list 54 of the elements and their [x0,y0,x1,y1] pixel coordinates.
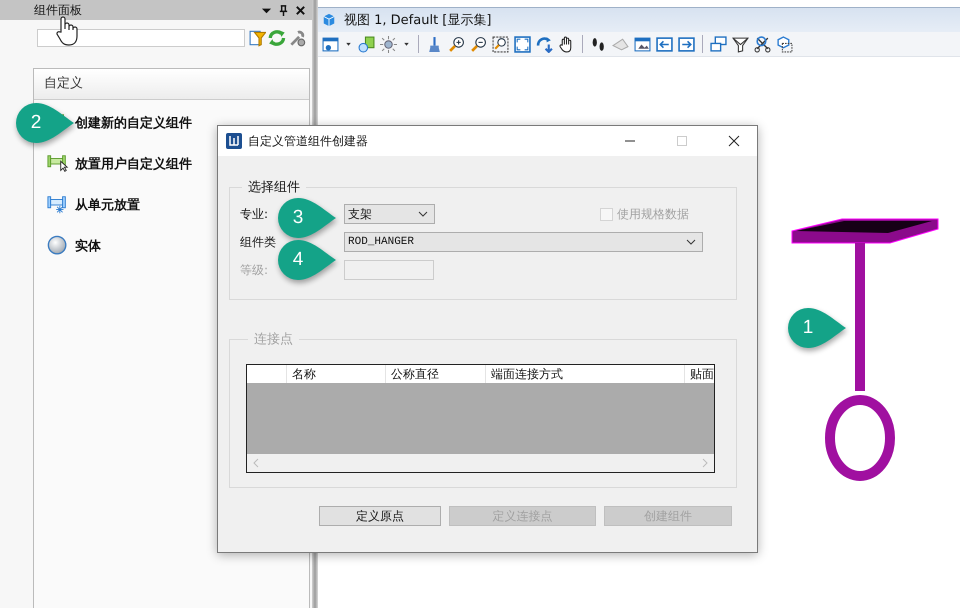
arrow-left-icon[interactable] [656,36,673,52]
panel-item[interactable]: 实体 [75,237,101,255]
sphere-icon [47,235,69,257]
close-icon[interactable] [728,135,740,147]
app-icon [226,133,242,149]
panel-item[interactable]: 放置用户自定义组件 [75,155,192,173]
panel-item[interactable]: 从单元放置 [75,196,140,214]
group-title: 选择组件 [247,179,301,196]
panel-title: 组件面板 [34,2,83,18]
chevron-down-icon [418,211,428,217]
scissors-icon[interactable] [754,36,771,52]
chevron-down-icon [686,239,696,245]
zoom-window-icon[interactable] [492,36,509,52]
shapes-icon[interactable] [358,36,375,52]
group-title: 连接点 [253,331,294,348]
brush-icon[interactable] [426,36,443,52]
view-title: 视图 1, Default [显示集] [344,12,492,29]
funnel-icon[interactable] [732,36,749,52]
close-icon[interactable] [295,4,306,16]
maximize-icon [676,135,688,147]
dropdown[interactable]: ROD_HANGER [344,232,703,252]
windows-icon[interactable] [710,36,727,52]
filter-icon[interactable] [248,29,266,47]
hexagon-icon[interactable] [776,36,793,52]
dropdown[interactable]: 支架 [344,204,435,224]
field-label: 专业: [240,206,268,220]
callout-marker: 1 [786,306,848,350]
sun-icon[interactable] [380,36,397,52]
refresh-icon[interactable] [268,29,286,47]
section-header[interactable]: 自定义 [34,69,309,100]
pipe-cursor-icon [47,153,69,175]
fit-view-icon[interactable] [514,36,531,52]
dialog-title: 自定义管道组件创建器 [248,132,369,150]
input-field[interactable] [344,260,434,280]
window-icon[interactable] [322,36,339,52]
callout-marker: 4 [276,238,338,282]
field-label: 组件类 [240,234,276,248]
rotate-icon[interactable] [536,36,553,52]
wrench-icon[interactable] [288,29,306,47]
zoom-in-icon[interactable] [448,36,465,52]
arrow-right-icon[interactable] [678,36,695,52]
panel-item[interactable]: 创建新的自定义组件 [75,114,192,132]
checkbox-label: 使用规格数据 [617,206,689,222]
dialog-button[interactable]: 定义原点 [319,506,441,526]
callout-marker: 3 [276,196,338,240]
pipe-snowflake-icon [47,194,69,216]
picture-window-icon[interactable] [634,36,651,52]
zoom-out-icon[interactable] [470,36,487,52]
search-field[interactable] [37,29,245,47]
pin-icon[interactable] [278,4,289,16]
footprints-icon[interactable] [590,36,607,52]
field-label: 等级: [240,262,268,276]
cube-icon [322,13,336,27]
callout-marker: 2 [14,101,76,145]
